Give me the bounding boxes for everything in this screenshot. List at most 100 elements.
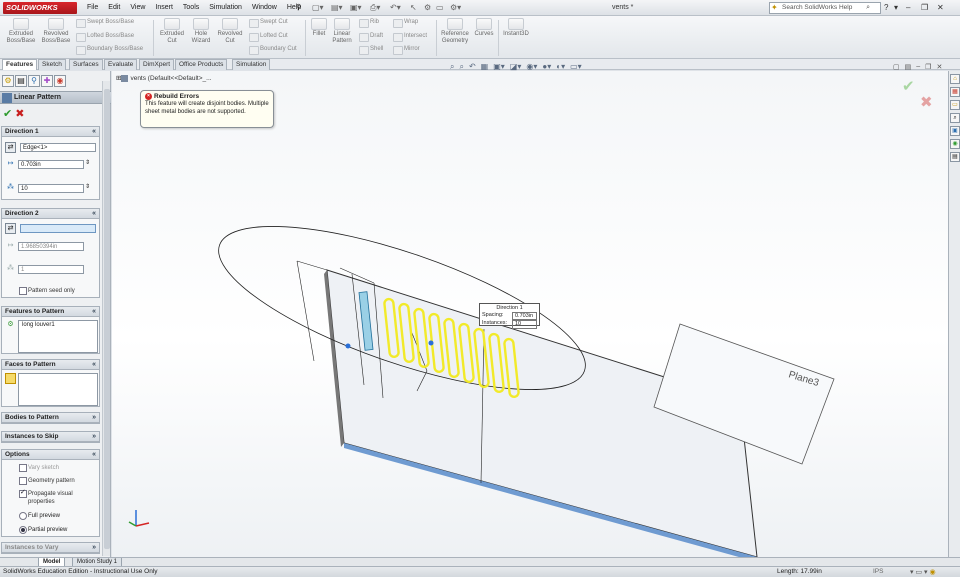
- feature-item[interactable]: long louver1: [19, 321, 97, 329]
- panel-scrollbar[interactable]: [102, 81, 110, 556]
- viewport-restore-icon[interactable]: ❐: [925, 63, 931, 71]
- open-icon[interactable]: ▤▾: [331, 3, 343, 12]
- pin-menu-icon[interactable]: ⚲: [296, 3, 301, 11]
- dimxpert-manager-icon[interactable]: ✚: [41, 75, 53, 87]
- features-listbox[interactable]: long louver1: [18, 320, 98, 353]
- boundary-cut-button[interactable]: Boundary Cut: [249, 45, 297, 55]
- tab-sketch[interactable]: Sketch: [38, 59, 66, 70]
- file-explorer-icon[interactable]: ▭: [950, 100, 960, 110]
- resources-icon[interactable]: ⌂: [950, 74, 960, 84]
- direction1-edge-field[interactable]: Edge<1>: [20, 143, 96, 152]
- draft-button[interactable]: Draft: [359, 32, 383, 42]
- revolved-boss-button[interactable]: Revolved Boss/Base: [40, 18, 72, 45]
- instances-to-vary-header[interactable]: Instances to Vary»: [2, 543, 99, 553]
- menu-file[interactable]: File: [82, 3, 103, 13]
- feature-manager-icon[interactable]: ⚙: [2, 75, 14, 87]
- design-library-icon[interactable]: ▦: [950, 87, 960, 97]
- direction2-instances-input[interactable]: 1: [18, 265, 84, 274]
- viewport-close-icon[interactable]: ✕: [936, 63, 942, 71]
- menu-tools[interactable]: Tools: [178, 3, 204, 13]
- tab-dimxpert[interactable]: DimXpert: [139, 59, 175, 70]
- wrap-button[interactable]: Wrap: [393, 18, 418, 28]
- minimize-icon[interactable]: ‒: [906, 3, 910, 12]
- direction1-header[interactable]: Direction 1 «: [2, 127, 99, 137]
- swept-boss-button[interactable]: Swept Boss/Base: [76, 18, 134, 28]
- intersect-button[interactable]: Intersect: [393, 32, 427, 42]
- lofted-cut-button[interactable]: Lofted Cut: [249, 32, 288, 42]
- rebuild-icon[interactable]: ⚙: [424, 3, 431, 12]
- file-properties-icon[interactable]: ▭: [436, 3, 444, 12]
- callout-instances-input[interactable]: 10: [512, 320, 537, 329]
- fillet-button[interactable]: Fillet: [309, 18, 329, 38]
- feature-tree-flyout[interactable]: ⊞ vents (Default<<Default>_...: [116, 74, 212, 82]
- property-manager-icon[interactable]: ▤: [15, 75, 27, 87]
- tab-evaluate[interactable]: Evaluate: [104, 59, 138, 70]
- cancel-button[interactable]: ✖: [15, 108, 24, 120]
- direction2-spacing-input[interactable]: 1.96850394in: [18, 242, 84, 251]
- instant3d-button[interactable]: Instant3D: [500, 18, 532, 38]
- extruded-boss-button[interactable]: Extruded Boss/Base: [5, 18, 37, 45]
- swept-cut-button[interactable]: Swept Cut: [249, 18, 288, 28]
- new-document-icon[interactable]: ▢▾: [312, 3, 324, 12]
- faces-listbox[interactable]: [18, 373, 98, 406]
- mirror-button[interactable]: Mirror: [393, 45, 420, 55]
- menu-insert[interactable]: Insert: [150, 3, 178, 13]
- search-icon[interactable]: ⌕: [866, 3, 870, 13]
- direction2-edge-field[interactable]: [20, 224, 96, 233]
- direction1-callout[interactable]: Direction 1 Spacing: 0.703in Instances: 10: [479, 303, 540, 329]
- custom-properties-icon[interactable]: ▤: [950, 152, 960, 162]
- viewport-tile-icon[interactable]: ▤: [905, 63, 912, 71]
- viewport-split-icon[interactable]: ▢: [893, 63, 900, 71]
- lofted-boss-button[interactable]: Lofted Boss/Base: [76, 32, 134, 42]
- faces-to-pattern-header[interactable]: Faces to Pattern «: [2, 360, 99, 370]
- pattern-seed-only-checkbox[interactable]: Pattern seed only: [19, 287, 75, 295]
- tab-simulation[interactable]: Simulation: [232, 59, 271, 70]
- close-icon[interactable]: ✕: [937, 3, 944, 12]
- shell-button[interactable]: Shell: [359, 45, 383, 55]
- reverse-direction-icon[interactable]: ⇄: [5, 223, 16, 234]
- tab-surfaces[interactable]: Surfaces: [69, 59, 103, 70]
- help-icon[interactable]: ?: [884, 3, 888, 12]
- features-to-pattern-header[interactable]: Features to Pattern «: [2, 307, 99, 317]
- confirmation-ok-icon[interactable]: ✔: [902, 77, 915, 95]
- help-dropdown-icon[interactable]: ▾: [894, 3, 898, 12]
- bodies-to-pattern-header[interactable]: Bodies to Pattern»: [2, 413, 99, 423]
- menu-simulation[interactable]: Simulation: [204, 3, 247, 13]
- appearances-icon[interactable]: ◉: [950, 139, 960, 149]
- options-icon[interactable]: ⚙▾: [450, 3, 461, 12]
- search-input[interactable]: ✦ Search SolidWorks Help ⌕: [769, 2, 881, 14]
- tab-features[interactable]: Features: [2, 59, 38, 70]
- hole-wizard-button[interactable]: Hole Wizard: [188, 18, 214, 45]
- boundary-boss-button[interactable]: Boundary Boss/Base: [76, 45, 143, 55]
- tab-office-products[interactable]: Office Products: [175, 59, 228, 70]
- reference-geometry-button[interactable]: Reference Geometry: [439, 18, 471, 45]
- revolved-cut-button[interactable]: Revolved Cut: [215, 18, 245, 45]
- select-icon[interactable]: ↖: [410, 3, 417, 12]
- undo-icon[interactable]: ↶▾: [390, 3, 401, 12]
- menu-view[interactable]: View: [125, 3, 150, 13]
- restore-icon[interactable]: ❐: [921, 3, 928, 12]
- confirmation-cancel-icon[interactable]: ✖: [920, 93, 933, 111]
- geometry-pattern-checkbox[interactable]: Geometry pattern: [19, 477, 75, 485]
- print-icon[interactable]: ⎙▾: [370, 3, 380, 13]
- instances-spin-icon[interactable]: ⇕: [85, 183, 90, 190]
- reverse-direction-icon[interactable]: ⇄: [5, 142, 16, 153]
- direction2-header[interactable]: Direction 2 «: [2, 209, 99, 219]
- ok-button[interactable]: ✔: [3, 108, 12, 120]
- configuration-manager-icon[interactable]: ⚲: [28, 75, 40, 87]
- partial-preview-radio[interactable]: Partial preview: [19, 526, 67, 534]
- save-icon[interactable]: ▣▾: [350, 3, 362, 12]
- view-palette-icon[interactable]: ▣: [950, 126, 960, 136]
- rib-button[interactable]: Rib: [359, 18, 379, 28]
- status-units[interactable]: IPS: [873, 567, 883, 577]
- menu-window[interactable]: Window: [247, 3, 282, 13]
- scroll-thumb[interactable]: [104, 89, 110, 549]
- display-manager-icon[interactable]: ◉: [54, 75, 66, 87]
- direction1-spacing-input[interactable]: 0.703in: [18, 160, 84, 169]
- options-header[interactable]: Options «: [2, 450, 99, 460]
- graphics-area[interactable]: Plane3 ⊞ vents (Default<<Default>_... × Re…: [112, 71, 948, 557]
- instances-to-skip-header[interactable]: Instances to Skip»: [2, 432, 99, 442]
- linear-pattern-button[interactable]: Linear Pattern: [330, 18, 354, 45]
- vary-sketch-checkbox[interactable]: Vary sketch: [19, 464, 59, 472]
- search-results-icon[interactable]: ⌕: [950, 113, 960, 123]
